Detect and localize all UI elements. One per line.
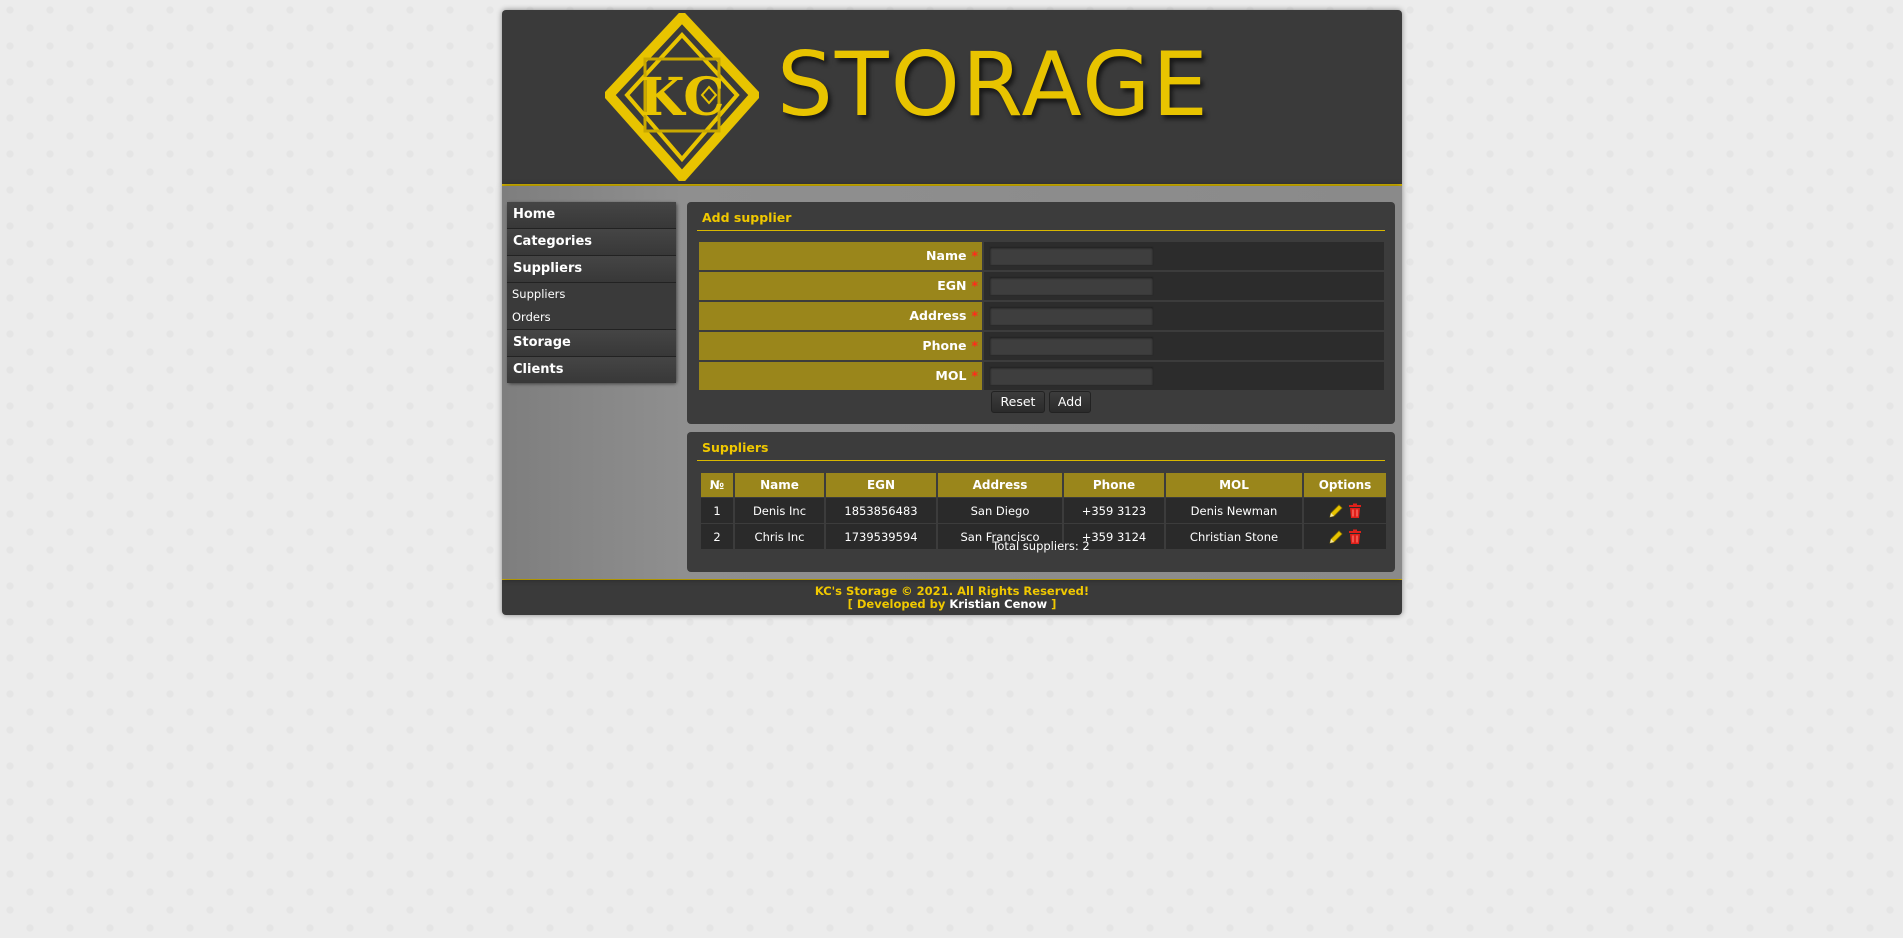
input-cell — [984, 272, 1384, 300]
cell-egn: 1853856483 — [826, 498, 936, 523]
form-row-name: Name * — [699, 242, 1384, 270]
field-label: EGN — [937, 278, 967, 293]
sidebar-item-home[interactable]: Home — [507, 202, 676, 229]
form-row-mol: MOL * — [699, 362, 1384, 390]
input-cell — [984, 362, 1384, 390]
field-label: Phone — [922, 338, 967, 353]
sidebar-subitem-suppliers[interactable]: Suppliers — [507, 283, 676, 306]
required-mark: * — [971, 368, 978, 383]
input-cell — [984, 242, 1384, 270]
panel-title: Add supplier — [702, 210, 792, 225]
author-link[interactable]: Kristian Cenow — [949, 597, 1047, 611]
footer-copyright: KC's Storage © 2021. All Rights Reserved… — [814, 584, 1090, 598]
field-label: Address — [909, 308, 967, 323]
logo-title: STORAGE — [777, 33, 1210, 136]
form-row-egn: EGN * — [699, 272, 1384, 300]
form-row-address: Address * — [699, 302, 1384, 330]
total-suppliers-text: Total suppliers: 2 — [992, 539, 1090, 553]
egn-input[interactable] — [989, 276, 1154, 296]
delete-trash-icon[interactable] — [1348, 503, 1362, 519]
cell-phone: +359 3123 — [1064, 498, 1164, 523]
mol-input[interactable] — [989, 366, 1154, 386]
field-label: MOL — [935, 368, 967, 383]
sidebar-item-suppliers[interactable]: Suppliers — [507, 256, 676, 283]
sidebar-item-categories[interactable]: Categories — [507, 229, 676, 256]
egn-label: EGN * — [699, 272, 982, 300]
required-mark: * — [971, 308, 978, 323]
add-supplier-panel: Add supplier Name * EGN * Address * Phone * … — [687, 202, 1395, 424]
reset-button[interactable]: Reset — [991, 391, 1045, 413]
phone-input[interactable] — [989, 336, 1154, 356]
add-button[interactable]: Add — [1049, 391, 1091, 413]
column-header-egn: EGN — [826, 473, 936, 497]
column-header-address: Address — [938, 473, 1062, 497]
column-header-name: Name — [735, 473, 824, 497]
footer: KC's Storage © 2021. All Rights Reserved… — [502, 579, 1402, 615]
credits-prefix: [ Developed by — [847, 597, 946, 611]
title-divider — [697, 230, 1385, 231]
cell-options — [1304, 498, 1386, 523]
name-label: Name * — [699, 242, 982, 270]
content-area: Home Categories Suppliers Suppliers Orde… — [502, 186, 1402, 579]
sidebar-item-storage[interactable]: Storage — [507, 330, 676, 357]
column-header-phone: Phone — [1064, 473, 1164, 497]
edit-pencil-icon[interactable] — [1328, 503, 1344, 519]
credits-suffix: ] — [1051, 597, 1057, 611]
table-header-row: № Name EGN Address Phone MOL Options — [701, 473, 1386, 497]
suppliers-panel: Suppliers № Name EGN Address Phone MOL O… — [687, 432, 1395, 572]
sidebar-item-clients[interactable]: Clients — [507, 357, 676, 383]
page-container: KC STORAGE Home Categories Suppliers Sup… — [502, 10, 1402, 615]
required-mark: * — [971, 338, 978, 353]
cell-number: 1 — [701, 498, 733, 523]
sidebar-nav: Home Categories Suppliers Suppliers Orde… — [507, 202, 676, 383]
address-label: Address * — [699, 302, 982, 330]
table-row: 1 Denis Inc 1853856483 San Diego +359 31… — [701, 498, 1386, 523]
column-header-number: № — [701, 473, 733, 497]
input-cell — [984, 302, 1384, 330]
footer-credits: [ Developed by Kristian Cenow ] — [502, 598, 1402, 611]
header: KC STORAGE — [502, 10, 1402, 186]
input-cell — [984, 332, 1384, 360]
required-mark: * — [971, 248, 978, 263]
cell-address: San Diego — [938, 498, 1062, 523]
form-row-phone: Phone * — [699, 332, 1384, 360]
cell-mol: Denis Newman — [1166, 498, 1302, 523]
mol-label: MOL * — [699, 362, 982, 390]
column-header-mol: MOL — [1166, 473, 1302, 497]
cell-name: Denis Inc — [735, 498, 824, 523]
column-header-options: Options — [1304, 473, 1386, 497]
sidebar-subitem-orders[interactable]: Orders — [507, 306, 676, 330]
name-input[interactable] — [989, 246, 1154, 266]
kc-logo-icon: KC — [605, 13, 759, 181]
address-input[interactable] — [989, 306, 1154, 326]
kc-logo-letters: KC — [639, 67, 724, 128]
field-label: Name — [926, 248, 967, 263]
title-divider — [697, 460, 1385, 461]
panel-title: Suppliers — [702, 440, 769, 455]
phone-label: Phone * — [699, 332, 982, 360]
required-mark: * — [971, 278, 978, 293]
